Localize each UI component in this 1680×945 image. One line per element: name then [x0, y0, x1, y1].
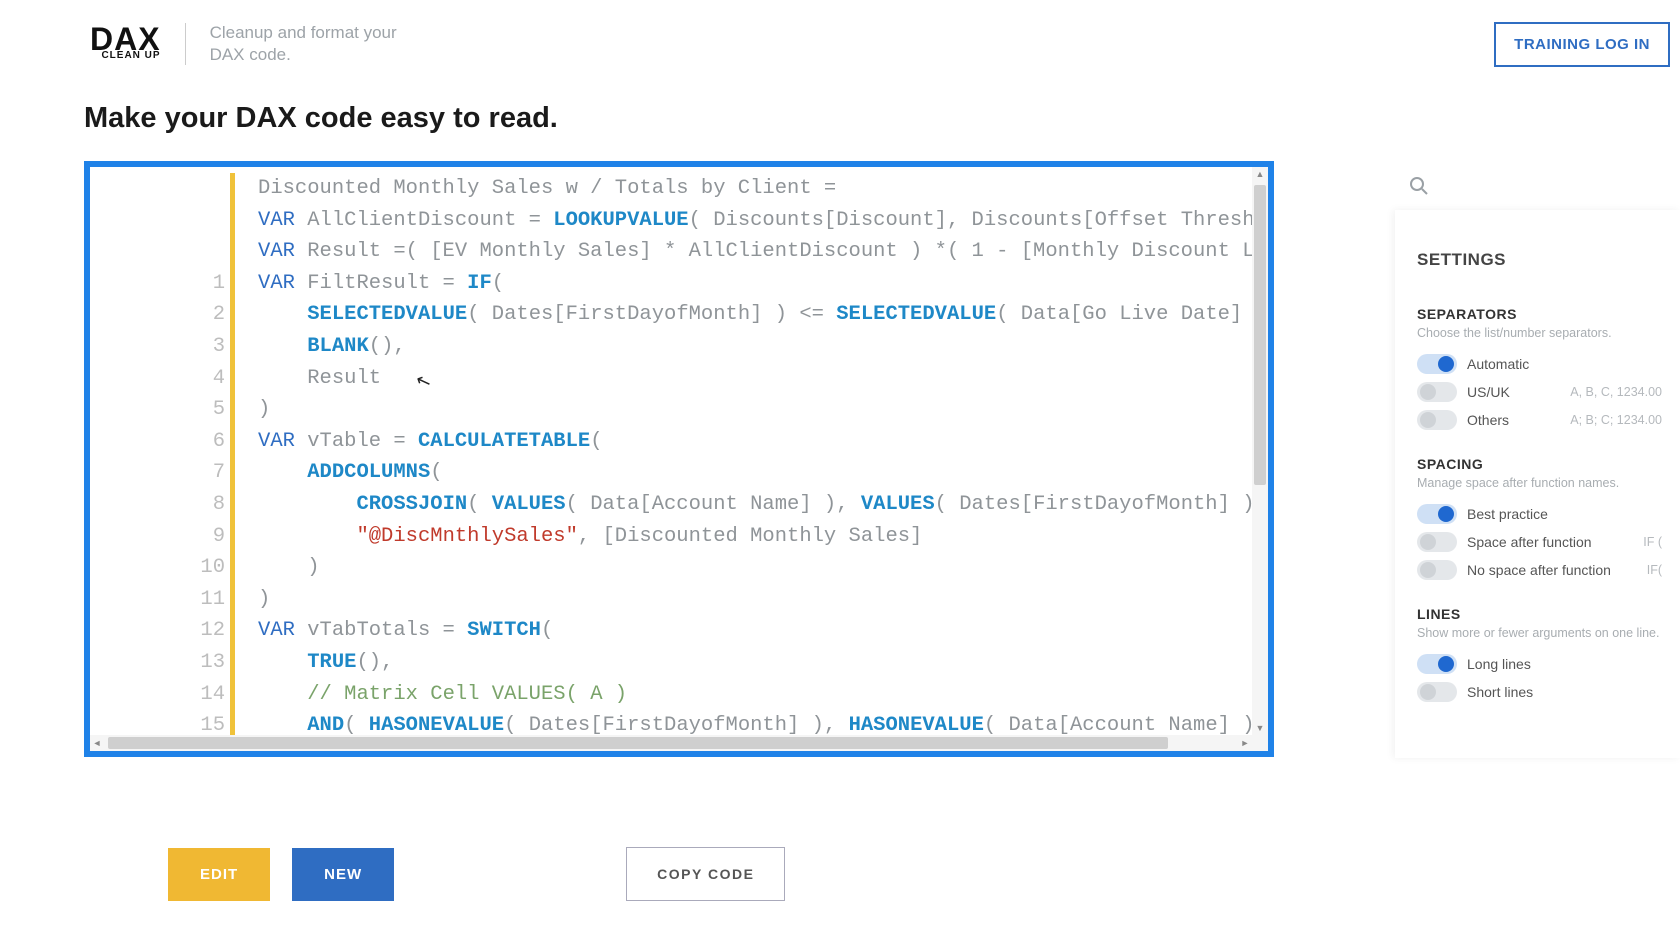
vertical-scrollbar[interactable]: ▲ ▼: [1252, 167, 1268, 735]
option-label: Others: [1467, 412, 1509, 428]
training-login-button[interactable]: TRAINING LOG IN: [1494, 22, 1670, 67]
code-editor[interactable]: 123456789101112131415161718 Discounted M…: [84, 161, 1274, 757]
line-number: 10: [102, 552, 225, 584]
setting-option: Automatic: [1417, 350, 1662, 378]
line-number: 4: [102, 363, 225, 395]
toggle[interactable]: [1417, 560, 1457, 580]
option-label: Best practice: [1467, 506, 1548, 522]
edit-button[interactable]: EDIT: [168, 848, 270, 901]
settings-panel: SETTINGS SEPARATORS Choose the list/numbe…: [1395, 210, 1680, 758]
line-number: 13: [102, 647, 225, 679]
option-hint: IF (: [1643, 535, 1662, 549]
code-line[interactable]: ADDCOLUMNS(: [258, 457, 1252, 489]
line-number: 7: [102, 457, 225, 489]
settings-title: SETTINGS: [1417, 250, 1662, 270]
setting-option: Short lines: [1417, 678, 1662, 706]
line-number: 14: [102, 679, 225, 711]
toggle[interactable]: [1417, 654, 1457, 674]
code-line[interactable]: "@DiscMnthlySales", [Discounted Monthly …: [258, 521, 1252, 553]
option-label: US/UK: [1467, 384, 1510, 400]
divider: [185, 23, 186, 65]
toggle[interactable]: [1417, 382, 1457, 402]
section-subtitle: Show more or fewer arguments on one line…: [1417, 626, 1662, 640]
logo: DAX CLEAN UP: [90, 27, 161, 62]
setting-option: No space after function IF(: [1417, 556, 1662, 584]
code-line[interactable]: ): [258, 394, 1252, 426]
code-line[interactable]: Result: [258, 363, 1252, 395]
line-number: 8: [102, 489, 225, 521]
line-gutter: 123456789101112131415161718: [90, 167, 240, 735]
setting-option: Long lines: [1417, 650, 1662, 678]
option-hint: A, B, C, 1234.00: [1570, 385, 1662, 399]
setting-option: Space after function IF (: [1417, 528, 1662, 556]
code-line[interactable]: BLANK(),: [258, 331, 1252, 363]
toggle[interactable]: [1417, 532, 1457, 552]
code-line[interactable]: SELECTEDVALUE( Dates[FirstDayofMonth] ) …: [258, 299, 1252, 331]
code-line[interactable]: // Matrix Cell VALUES( A ): [258, 679, 1252, 711]
copy-code-button[interactable]: COPY CODE: [626, 847, 785, 901]
toggle[interactable]: [1417, 504, 1457, 524]
code-line[interactable]: VAR Result =( [EV Monthly Sales] * AllCl…: [258, 236, 1252, 268]
line-number: 12: [102, 615, 225, 647]
code-line[interactable]: CROSSJOIN( VALUES( Data[Account Name] ),…: [258, 489, 1252, 521]
code-line[interactable]: TRUE(),: [258, 647, 1252, 679]
code-line[interactable]: AND( HASONEVALUE( Dates[FirstDayofMonth]…: [258, 710, 1252, 735]
code-content[interactable]: Discounted Monthly Sales w / Totals by C…: [240, 167, 1252, 735]
line-number: 3: [102, 331, 225, 363]
line-number: 9: [102, 521, 225, 553]
line-number: 2: [102, 299, 225, 331]
toggle[interactable]: [1417, 410, 1457, 430]
code-line[interactable]: Discounted Monthly Sales w / Totals by C…: [258, 173, 1252, 205]
section-title: SEPARATORS: [1417, 306, 1662, 322]
logo-sub: CLEAN UP: [90, 50, 161, 61]
setting-option: Best practice: [1417, 500, 1662, 528]
section-subtitle: Manage space after function names.: [1417, 476, 1662, 490]
section-title: SPACING: [1417, 456, 1662, 472]
code-line[interactable]: ): [258, 584, 1252, 616]
page-title: Make your DAX code easy to read.: [84, 102, 1680, 135]
line-number: 5: [102, 394, 225, 426]
code-line[interactable]: VAR vTabTotals = SWITCH(: [258, 615, 1252, 647]
new-button[interactable]: NEW: [292, 848, 394, 901]
section-title: LINES: [1417, 606, 1662, 622]
option-label: No space after function: [1467, 562, 1611, 578]
scroll-corner: [1252, 735, 1268, 751]
setting-option: US/UK A, B, C, 1234.00: [1417, 378, 1662, 406]
logo-main: DAX: [90, 27, 161, 53]
option-hint: IF(: [1647, 563, 1662, 577]
setting-option: Others A; B; C; 1234.00: [1417, 406, 1662, 434]
option-label: Long lines: [1467, 656, 1531, 672]
line-number: 11: [102, 584, 225, 616]
option-label: Space after function: [1467, 534, 1592, 550]
code-line[interactable]: VAR FiltResult = IF(: [258, 268, 1252, 300]
option-label: Automatic: [1467, 356, 1529, 372]
code-line[interactable]: VAR vTable = CALCULATETABLE(: [258, 426, 1252, 458]
code-line[interactable]: ): [258, 552, 1252, 584]
tagline: Cleanup and format your DAX code.: [210, 22, 430, 66]
line-number: 1: [102, 268, 225, 300]
line-number: 15: [102, 710, 225, 735]
line-number: 6: [102, 426, 225, 458]
code-line[interactable]: VAR AllClientDiscount = LOOKUPVALUE( Dis…: [258, 205, 1252, 237]
toggle[interactable]: [1417, 354, 1457, 374]
section-subtitle: Choose the list/number separators.: [1417, 326, 1662, 340]
option-label: Short lines: [1467, 684, 1533, 700]
toggle[interactable]: [1417, 682, 1457, 702]
horizontal-scrollbar[interactable]: ◄ ►: [90, 735, 1252, 751]
option-hint: A; B; C; 1234.00: [1570, 413, 1662, 427]
search-icon[interactable]: [1403, 170, 1435, 202]
